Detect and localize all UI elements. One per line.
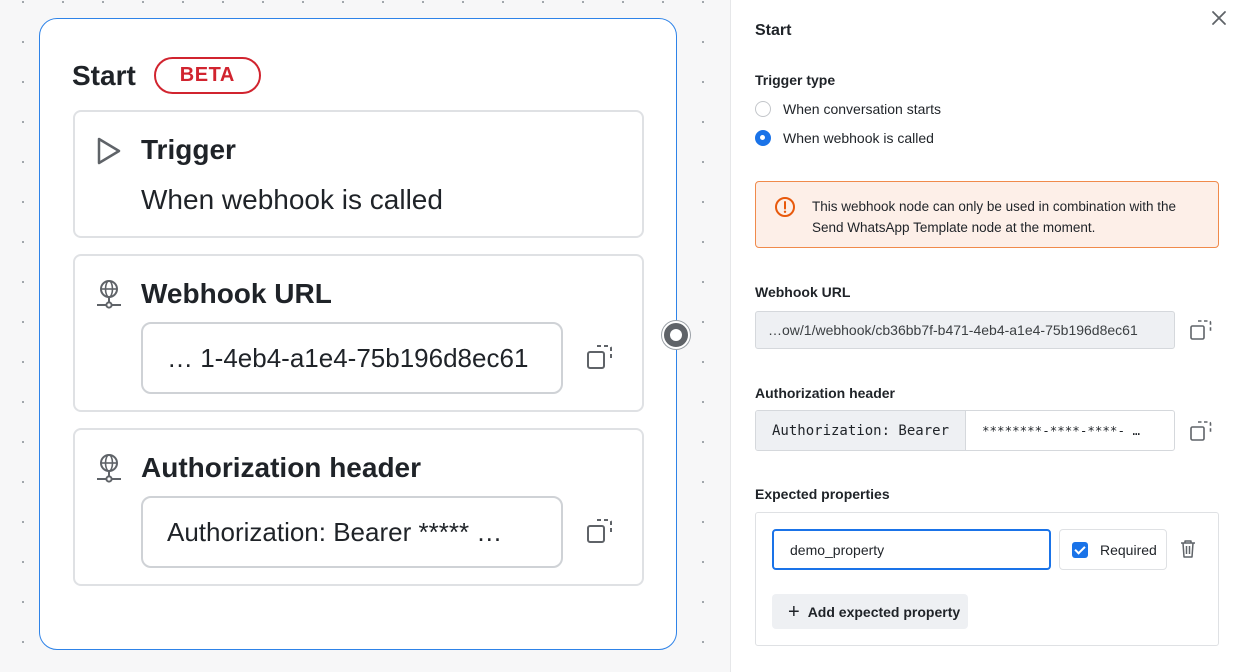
beta-badge: BETA — [153, 57, 261, 94]
radio-button-selected[interactable] — [755, 130, 771, 146]
plus-icon: + — [788, 600, 800, 623]
trash-icon[interactable] — [1179, 539, 1197, 559]
trigger-card-value: When webhook is called — [141, 184, 443, 215]
copy-icon[interactable] — [1189, 318, 1213, 342]
webhook-url-card[interactable]: Webhook URL … 1-4eb4-a1e4-75b196d8ec61 — [73, 254, 644, 412]
radio-webhook-called[interactable]: When webhook is called — [755, 130, 934, 146]
radio-label: When webhook is called — [783, 130, 934, 146]
auth-header-input-group: Authorization: Bearer ********-****-****… — [755, 410, 1175, 451]
property-name-input[interactable]: demo_property — [772, 529, 1051, 570]
start-node[interactable]: Start BETA Trigger When webhook is calle… — [39, 18, 677, 650]
properties-panel: Start Trigger type When conversation sta… — [730, 0, 1233, 672]
required-checkbox[interactable] — [1072, 541, 1088, 558]
play-icon — [97, 137, 121, 165]
node-output-port[interactable] — [662, 321, 690, 349]
add-expected-property-button[interactable]: + Add expected property — [772, 594, 968, 629]
radio-label: When conversation starts — [783, 101, 941, 117]
auth-token-field[interactable]: ********-****-****- … — [966, 411, 1174, 450]
copy-icon[interactable] — [585, 516, 615, 546]
globe-network-icon — [97, 280, 121, 309]
expected-properties-label: Expected properties — [755, 486, 890, 502]
node-header: Start BETA — [72, 57, 261, 94]
auth-header-display[interactable]: Authorization: Bearer ***** … — [141, 496, 563, 568]
alert-text: This webhook node can only be used in co… — [812, 199, 1176, 235]
required-label: Required — [1100, 541, 1157, 558]
webhook-url-label: Webhook URL — [755, 284, 851, 300]
auth-header-card[interactable]: Authorization header Authorization: Bear… — [73, 428, 644, 586]
expected-properties-box: demo_property Required + Add expected pr… — [755, 512, 1219, 646]
add-property-label: Add expected property — [807, 603, 961, 620]
node-title: Start — [72, 59, 136, 91]
radio-button[interactable] — [755, 101, 771, 117]
trigger-type-label: Trigger type — [755, 72, 836, 88]
webhook-url-field[interactable]: …ow/1/webhook/cb36bb7f-b471-4eb4-a1e4-75… — [755, 311, 1175, 349]
auth-header-label: Authorization header — [755, 385, 896, 401]
copy-icon[interactable] — [585, 342, 615, 372]
trigger-card-title: Trigger — [141, 134, 236, 165]
panel-title: Start — [755, 22, 792, 39]
copy-icon[interactable] — [1189, 419, 1213, 443]
webhook-url-display[interactable]: … 1-4eb4-a1e4-75b196d8ec61 — [141, 322, 563, 394]
auth-card-title: Authorization header — [141, 452, 422, 483]
auth-prefix: Authorization: Bearer — [756, 411, 966, 450]
close-icon[interactable] — [1209, 8, 1229, 28]
webhook-card-title: Webhook URL — [141, 278, 332, 309]
required-toggle[interactable]: Required — [1059, 529, 1167, 570]
flow-canvas[interactable]: Start BETA Trigger When webhook is calle… — [0, 0, 730, 672]
trigger-card[interactable]: Trigger When webhook is called — [73, 110, 644, 238]
globe-network-icon — [97, 454, 121, 483]
radio-conversation-starts[interactable]: When conversation starts — [755, 101, 941, 117]
warning-alert: This webhook node can only be used in co… — [755, 181, 1219, 248]
warning-circle-icon — [775, 197, 795, 217]
